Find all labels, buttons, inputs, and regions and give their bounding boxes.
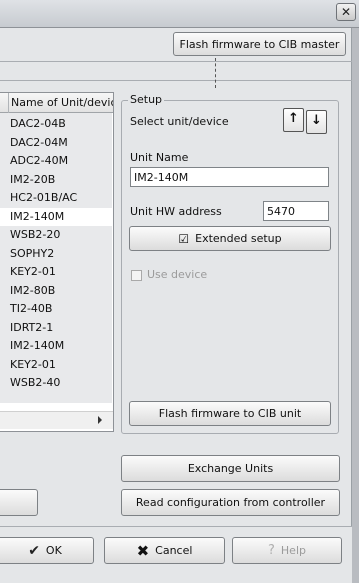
read-config-button[interactable]: Read configuration from controller bbox=[121, 489, 340, 516]
ok-label: OK bbox=[45, 544, 62, 557]
unit-name-field[interactable] bbox=[130, 167, 329, 187]
window-border bbox=[352, 28, 359, 583]
extended-setup-button[interactable]: ☑ Extended setup bbox=[129, 226, 331, 251]
exchange-units-label: Exchange Units bbox=[187, 462, 274, 475]
list-item[interactable]: HC2-01B/AC bbox=[0, 189, 112, 207]
cancel-label: Cancel bbox=[155, 544, 193, 557]
list-item[interactable]: IM2-140M bbox=[0, 207, 112, 226]
checkmark-icon: ✔ bbox=[28, 542, 40, 559]
flash-cib-master-button[interactable]: Flash firmware to CIB master bbox=[173, 32, 346, 56]
list-item[interactable]: DAC2-04M bbox=[0, 134, 112, 152]
setup-group-title: Setup bbox=[128, 93, 165, 106]
list-item[interactable]: DAC2-04B bbox=[0, 115, 112, 133]
close-icon[interactable]: ✕ bbox=[336, 3, 356, 21]
list-rows: DAC2-04B DAC2-04M ADC2-40M IM2-20B HC2-01B/A… bbox=[0, 113, 112, 403]
cancel-x-icon: ✖ bbox=[136, 541, 150, 560]
scroll-right-icon[interactable] bbox=[98, 416, 102, 424]
select-unit-label: Select unit/device bbox=[130, 115, 229, 128]
use-device-checkbox[interactable] bbox=[131, 270, 142, 281]
arrow-up-icon: ↑ bbox=[288, 111, 299, 126]
left-panel-button[interactable] bbox=[0, 489, 38, 516]
use-device-label: Use device bbox=[147, 268, 208, 281]
extended-setup-label: Extended setup bbox=[195, 232, 282, 245]
list-item[interactable]: ADC2-40M bbox=[0, 152, 112, 170]
list-item[interactable]: KEY2-01 bbox=[0, 356, 112, 374]
list-item[interactable]: IM2-140M bbox=[0, 337, 112, 355]
list-item[interactable]: WSB2-40 bbox=[0, 374, 112, 392]
hw-address-field[interactable] bbox=[263, 201, 329, 221]
ok-button[interactable]: ✔ OK bbox=[0, 537, 94, 564]
settings-check-icon: ☑ bbox=[178, 231, 190, 246]
list-item[interactable]: IM2-80B bbox=[0, 282, 112, 300]
arrow-down-icon: ↓ bbox=[311, 113, 322, 128]
list-item[interactable]: KEY2-01 bbox=[0, 263, 112, 281]
unit-list[interactable]: Name of Unit/device DAC2-04B DAC2-04M ADC2… bbox=[0, 92, 114, 432]
list-item[interactable]: IM2-20B bbox=[0, 171, 112, 189]
unit-name-label: Unit Name bbox=[130, 151, 189, 164]
separator bbox=[0, 526, 352, 527]
help-button[interactable]: ? Help bbox=[232, 537, 342, 564]
move-down-button[interactable]: ↓ bbox=[306, 110, 327, 134]
help-icon: ? bbox=[268, 543, 275, 558]
list-header: Name of Unit/device bbox=[0, 93, 113, 113]
flash-cib-unit-label: Flash firmware to CIB unit bbox=[158, 407, 302, 420]
hw-address-label: Unit HW address bbox=[130, 205, 222, 218]
list-item[interactable]: SOPHY2 bbox=[0, 245, 112, 263]
horizontal-scrollbar[interactable] bbox=[0, 411, 113, 429]
exchange-units-button[interactable]: Exchange Units bbox=[121, 455, 340, 482]
list-item[interactable]: TI2-40B bbox=[0, 300, 112, 318]
move-up-button[interactable]: ↑ bbox=[283, 108, 304, 132]
title-bar: ✕ bbox=[0, 0, 359, 28]
separator bbox=[0, 61, 352, 62]
splitter-handle[interactable] bbox=[215, 58, 216, 88]
list-item[interactable]: WSB2-20 bbox=[0, 226, 112, 244]
read-config-label: Read configuration from controller bbox=[135, 496, 326, 509]
help-label: Help bbox=[280, 544, 306, 557]
cancel-button[interactable]: ✖ Cancel bbox=[104, 537, 225, 564]
separator bbox=[0, 80, 352, 81]
list-item[interactable]: IDRT2-1 bbox=[0, 319, 112, 337]
flash-cib-unit-button[interactable]: Flash firmware to CIB unit bbox=[129, 401, 331, 426]
flash-cib-master-label: Flash firmware to CIB master bbox=[179, 37, 340, 51]
column-header-name[interactable]: Name of Unit/device bbox=[8, 93, 113, 113]
